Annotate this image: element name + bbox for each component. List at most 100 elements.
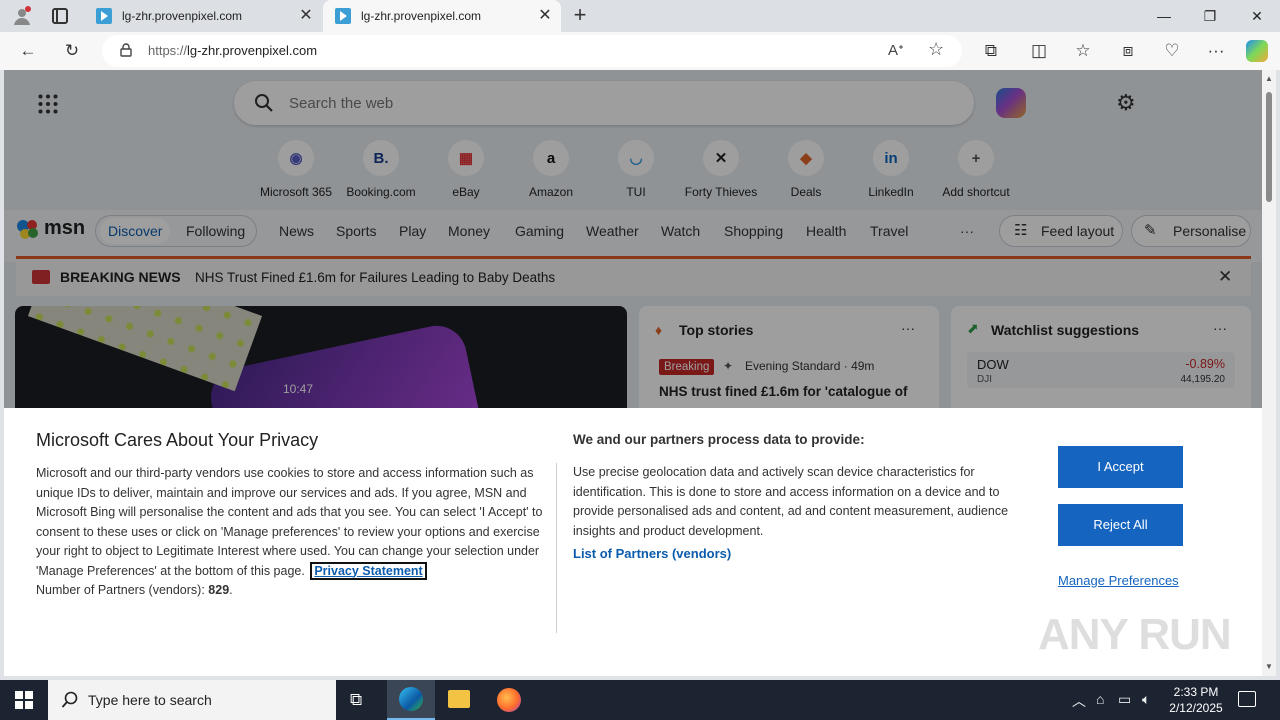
lock-icon[interactable] (120, 43, 132, 57)
shortcut-microsoft-365[interactable]: ◉ Microsoft 365 (254, 140, 338, 199)
refresh-icon[interactable]: ↻ (60, 39, 84, 63)
story-headline[interactable]: NHS trust fined £1.6m for 'catalogue of (659, 384, 908, 399)
favorite-star-icon[interactable]: ☆ (928, 39, 944, 60)
partners-end: . (229, 583, 233, 597)
nav-item-play[interactable]: Play (399, 223, 426, 239)
split-screen-icon[interactable]: ◫ (1027, 39, 1051, 63)
browser-essentials-icon[interactable]: ♡ (1160, 39, 1184, 63)
hero-image[interactable]: 10:47 (15, 306, 627, 416)
page-settings-gear-icon[interactable]: ⚙ (1116, 92, 1138, 114)
shortcut-forty-thieves[interactable]: ✕ Forty Thieves (679, 140, 763, 199)
personalise-icon: ✎ (1144, 222, 1157, 239)
plus-icon: + (958, 140, 994, 176)
shortcut-deals[interactable]: ◆ Deals (764, 140, 848, 199)
nav-more-icon[interactable]: ··· (960, 223, 974, 239)
url-text[interactable]: https://lg-zhr.provenpixel.com (148, 43, 317, 58)
tab-2[interactable]: lg-zhr.provenpixel.com ✕ (323, 0, 561, 32)
scroll-down-icon[interactable]: ▼ (1265, 662, 1273, 671)
accept-button[interactable]: I Accept (1058, 446, 1183, 488)
scroll-up-icon[interactable]: ▲ (1265, 74, 1273, 83)
copilot-icon[interactable] (1246, 40, 1268, 62)
ebay-icon: ▦ (448, 140, 484, 176)
watchlist-item[interactable]: DOW DJI -0.89% 44,195.20 (967, 352, 1235, 388)
settings-more-icon[interactable]: ··· (1204, 39, 1228, 63)
shortcut-ebay[interactable]: ▦ eBay (424, 140, 508, 199)
notifications-icon[interactable] (1238, 691, 1256, 707)
task-view-icon[interactable]: ⧉ (350, 690, 362, 710)
privacy-statement-link[interactable]: Privacy Statement (310, 561, 427, 580)
breaking-news-headline[interactable]: NHS Trust Fined £1.6m for Failures Leadi… (195, 270, 555, 285)
card-more-icon[interactable]: ··· (901, 320, 915, 336)
new-tab-button[interactable]: + (568, 3, 592, 27)
extensions-icon[interactable]: ⧉ (979, 39, 1003, 63)
file-explorer-icon[interactable] (448, 690, 470, 708)
tab-1[interactable]: lg-zhr.provenpixel.com ✕ (84, 0, 322, 32)
scrollbar-thumb[interactable] (1266, 92, 1272, 202)
partners-count: 829 (208, 583, 230, 597)
shortcut-amazon[interactable]: a Amazon (509, 140, 593, 199)
nav-item-weather[interactable]: Weather (586, 223, 639, 239)
nav-item-gaming[interactable]: Gaming (515, 223, 564, 239)
tab-discover-label: Discover (108, 223, 163, 239)
stock-exchange: DJI (977, 374, 992, 385)
clock[interactable]: 2:33 PM 2/12/2025 (1166, 684, 1226, 716)
forty-thieves-icon: ✕ (703, 140, 739, 176)
privacy-body-text: Microsoft and our third-party vendors us… (36, 466, 543, 578)
shortcut-label: TUI (626, 185, 646, 199)
apps-launcher-icon[interactable] (38, 94, 58, 114)
privacy-divider (556, 463, 557, 633)
collections-icon[interactable]: ⧈ (1116, 39, 1140, 63)
copilot-icon[interactable] (996, 88, 1026, 118)
stock-change: -0.89% (1185, 357, 1225, 371)
feed-layout-button[interactable]: ☷ Feed layout (999, 215, 1123, 247)
nav-item-health[interactable]: Health (806, 223, 846, 239)
breaking-news-bar[interactable]: BREAKING NEWS NHS Trust Fined £1.6m for … (16, 256, 1251, 296)
shortcut-add-shortcut[interactable]: + Add shortcut (934, 140, 1018, 199)
edge-taskbar-icon[interactable] (387, 680, 435, 720)
favorites-icon[interactable]: ☆ (1071, 39, 1095, 63)
windows-start-icon[interactable] (15, 691, 33, 709)
card-more-icon[interactable]: ··· (1213, 320, 1227, 336)
network-icon[interactable]: ▭ (1118, 691, 1131, 708)
nav-item-travel[interactable]: Travel (870, 223, 908, 239)
clock-time: 2:33 PM (1173, 685, 1219, 699)
address-bar[interactable]: https://lg-zhr.provenpixel.com Aᐩ ☆ (102, 35, 962, 67)
read-aloud-icon[interactable]: Aᐩ (888, 41, 904, 59)
personalise-button[interactable]: ✎ Personalise (1131, 215, 1251, 247)
personalise-label: Personalise (1173, 223, 1247, 239)
profile-icon[interactable] (12, 6, 32, 26)
shortcut-tui[interactable]: ◡ TUI (594, 140, 678, 199)
breaking-news-icon (32, 270, 50, 284)
dotted-band (27, 306, 263, 392)
msn-logo[interactable]: msn (16, 217, 85, 240)
web-search-box[interactable]: Search the web (234, 81, 974, 125)
taskbar-search-box[interactable]: Type here to search (48, 680, 336, 720)
tab-actions-icon[interactable] (52, 8, 68, 24)
nav-item-news[interactable]: News (279, 223, 314, 239)
page-scrollbar[interactable]: ▲ ▼ (1262, 70, 1276, 676)
minimize-button[interactable]: — (1141, 0, 1187, 32)
nav-item-watch[interactable]: Watch (661, 223, 700, 239)
close-window-button[interactable]: ✕ (1234, 0, 1280, 32)
reject-all-button[interactable]: Reject All (1058, 504, 1183, 546)
volume-icon[interactable]: 🔈︎ (1142, 691, 1150, 708)
tab-following[interactable]: Following (186, 223, 245, 239)
shortcut-linkedin[interactable]: in LinkedIn (849, 140, 933, 199)
watchlist-title: Watchlist suggestions (991, 322, 1140, 338)
tray-overflow-icon[interactable]: ︿ (1072, 691, 1086, 711)
network-device-icon[interactable]: ⌂ (1096, 691, 1104, 707)
restore-button[interactable]: ❐ (1187, 0, 1233, 32)
close-icon[interactable]: ✕ (1218, 267, 1232, 287)
tab-close-icon[interactable]: ✕ (537, 8, 553, 24)
manage-preferences-link[interactable]: Manage Preferences (1058, 573, 1179, 588)
firefox-icon[interactable] (497, 688, 521, 712)
nav-item-money[interactable]: Money (448, 223, 490, 239)
back-icon[interactable]: ← (16, 39, 40, 63)
nav-item-sports[interactable]: Sports (336, 223, 376, 239)
vendors-link[interactable]: List of Partners (vendors) (573, 546, 731, 561)
title-bar: lg-zhr.provenpixel.com ✕ lg-zhr.provenpi… (0, 0, 1280, 32)
nav-item-shopping[interactable]: Shopping (724, 223, 783, 239)
shortcut-booking-com[interactable]: B. Booking.com (339, 140, 423, 199)
tab-discover[interactable]: Discover (100, 218, 170, 244)
tab-close-icon[interactable]: ✕ (298, 8, 314, 24)
